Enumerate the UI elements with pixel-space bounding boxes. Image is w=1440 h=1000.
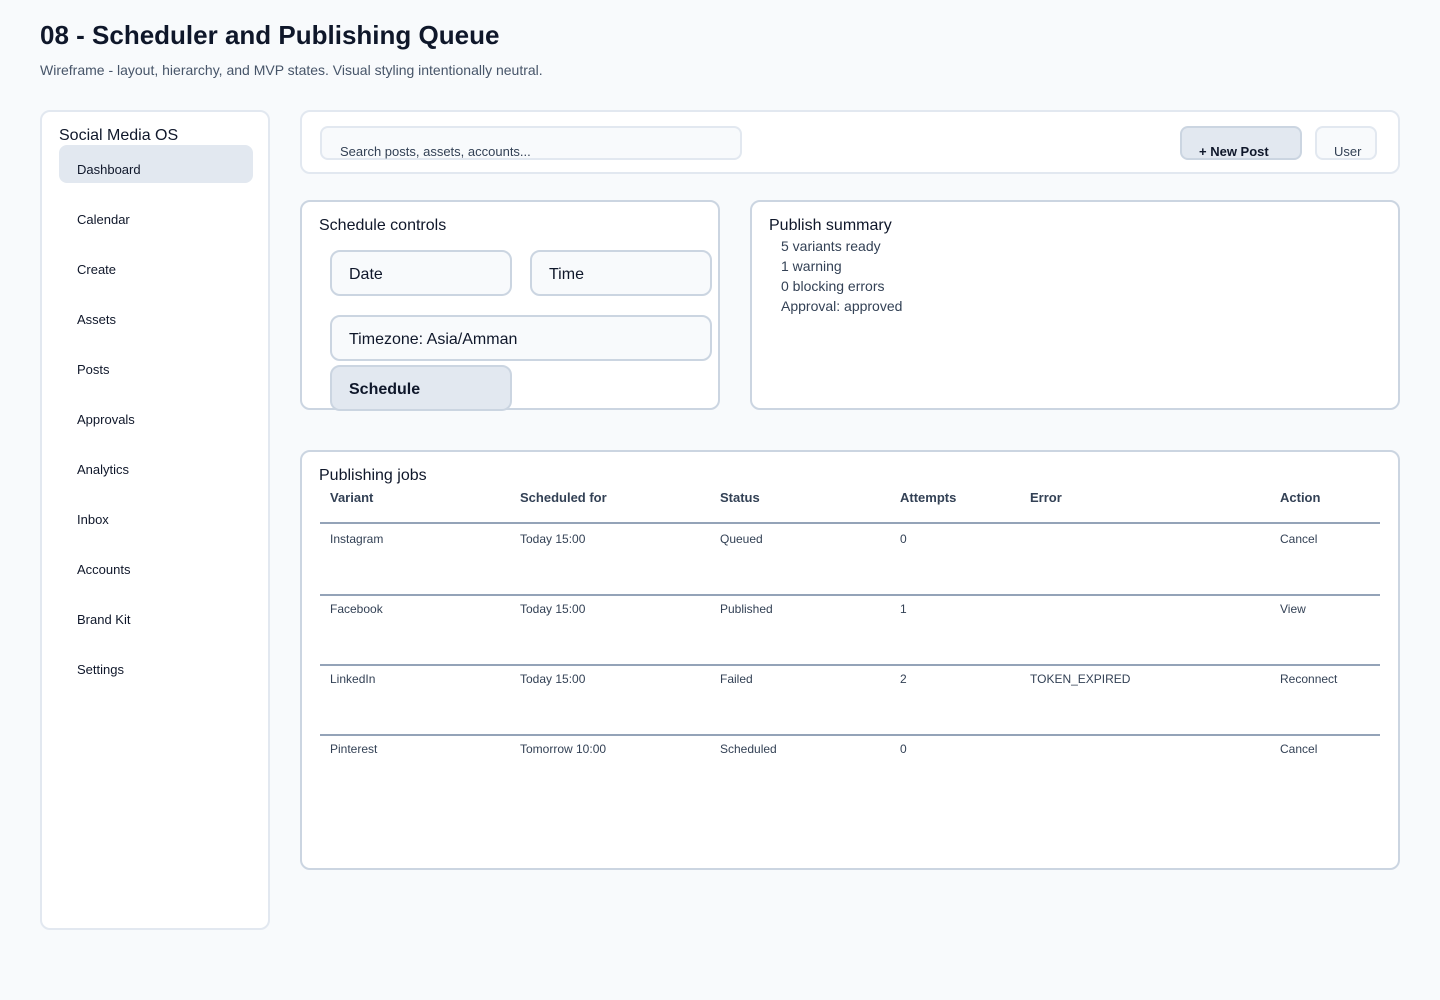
cell-variant: Pinterest [330, 742, 378, 756]
cell-attempts: 2 [900, 672, 907, 686]
sidebar: Social Media OS Dashboard Calendar Creat… [40, 110, 270, 930]
publish-summary-card: Publish summary 5 variants ready 1 warni… [750, 200, 1400, 410]
sidebar-item-posts[interactable]: Posts [59, 345, 253, 383]
reconnect-action[interactable]: Reconnect [1280, 672, 1337, 686]
cell-scheduled-for: Today 15:00 [520, 672, 586, 686]
publishing-jobs-card: Publishing jobs Variant Scheduled for St… [300, 450, 1400, 870]
search-input[interactable]: Search posts, assets, accounts... [320, 126, 742, 160]
summary-variants-ready: 5 variants ready [781, 238, 881, 254]
timezone-select[interactable]: Timezone: Asia/Amman [330, 315, 712, 361]
cancel-action[interactable]: Cancel [1280, 742, 1317, 756]
date-field[interactable]: Date [330, 250, 512, 296]
sidebar-item-brand-kit[interactable]: Brand Kit [59, 595, 253, 633]
cell-scheduled-for: Tomorrow 10:00 [520, 742, 607, 756]
sidebar-item-analytics[interactable]: Analytics [59, 445, 253, 483]
sidebar-item-create[interactable]: Create [59, 245, 253, 283]
cell-status: Scheduled [720, 742, 777, 756]
table-row: Instagram Today 15:00 Queued 0 Cancel [320, 524, 1380, 596]
top-bar: Search posts, assets, accounts... + New … [300, 110, 1400, 174]
cancel-action[interactable]: Cancel [1280, 532, 1317, 546]
page-subtitle: Wireframe - layout, hierarchy, and MVP s… [40, 62, 543, 78]
cell-error: TOKEN_EXPIRED [1030, 672, 1131, 686]
cell-status: Published [720, 602, 773, 616]
sidebar-item-dashboard[interactable]: Dashboard [59, 145, 253, 183]
cell-attempts: 0 [900, 532, 907, 546]
new-post-button[interactable]: + New Post [1180, 126, 1302, 160]
view-action[interactable]: View [1280, 602, 1306, 616]
column-header-scheduled-for: Scheduled for [520, 490, 607, 505]
sidebar-item-approvals[interactable]: Approvals [59, 395, 253, 433]
column-header-status: Status [720, 490, 760, 505]
page-title: 08 - Scheduler and Publishing Queue [40, 20, 500, 50]
time-field[interactable]: Time [530, 250, 712, 296]
cell-status: Failed [720, 672, 753, 686]
column-header-action: Action [1280, 490, 1321, 505]
column-header-attempts: Attempts [900, 490, 957, 505]
schedule-controls-card: Schedule controls Date Time Timezone: As… [300, 200, 720, 411]
table-row: Facebook Today 15:00 Published 1 View [320, 594, 1380, 666]
sidebar-item-settings[interactable]: Settings [59, 645, 253, 683]
sidebar-item-inbox[interactable]: Inbox [59, 495, 253, 533]
cell-variant: Instagram [330, 532, 384, 546]
cell-variant: Facebook [330, 602, 383, 616]
publish-summary-title: Publish summary [769, 217, 892, 234]
cell-attempts: 0 [900, 742, 907, 756]
user-menu-button[interactable]: User [1315, 126, 1377, 160]
schedule-button[interactable]: Schedule [330, 365, 512, 411]
cell-scheduled-for: Today 15:00 [520, 602, 586, 616]
sidebar-item-accounts[interactable]: Accounts [59, 545, 253, 583]
cell-scheduled-for: Today 15:00 [520, 532, 586, 546]
column-header-error: Error [1030, 490, 1062, 505]
table-row: LinkedIn Today 15:00 Failed 2 TOKEN_EXPI… [320, 664, 1380, 736]
publishing-jobs-title: Publishing jobs [319, 467, 427, 484]
column-header-variant: Variant [330, 490, 374, 505]
summary-warnings: 1 warning [781, 258, 842, 274]
schedule-controls-title: Schedule controls [319, 217, 447, 234]
app-brand: Social Media OS [59, 127, 179, 144]
sidebar-item-assets[interactable]: Assets [59, 295, 253, 333]
sidebar-item-calendar[interactable]: Calendar [59, 195, 253, 233]
summary-blocking-errors: 0 blocking errors [781, 278, 885, 294]
table-row: Pinterest Tomorrow 10:00 Scheduled 0 Can… [320, 734, 1380, 804]
cell-variant: LinkedIn [330, 672, 376, 686]
summary-approval-status: Approval: approved [781, 298, 903, 314]
cell-status: Queued [720, 532, 763, 546]
cell-attempts: 1 [900, 602, 907, 616]
